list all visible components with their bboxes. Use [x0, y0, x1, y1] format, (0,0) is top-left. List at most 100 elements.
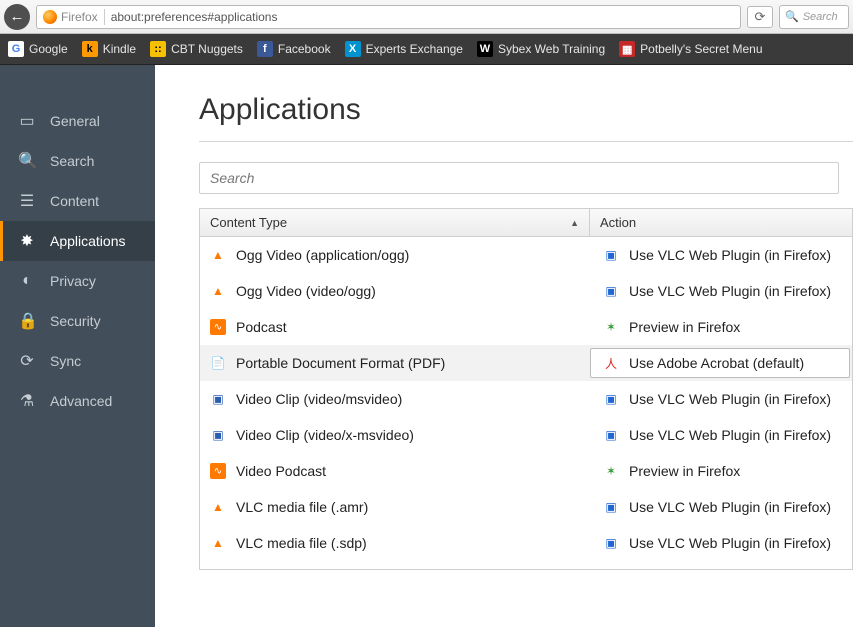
sidebar-item-advanced[interactable]: ⚗Advanced	[0, 381, 155, 421]
sidebar-item-content[interactable]: ☰Content	[0, 181, 155, 221]
bookmark-item[interactable]: W Sybex Web Training	[477, 41, 605, 57]
bookmark-item[interactable]: GGoogle	[8, 41, 68, 57]
sidebar-item-applications[interactable]: ✸Applications	[0, 221, 155, 261]
table-row[interactable]: ▲Ogg Video (video/ogg)▣Use VLC Web Plugi…	[200, 273, 852, 309]
vlc-icon: ▲	[210, 535, 226, 551]
content-type-label: Podcast	[236, 319, 287, 335]
privacy-icon: ◐	[18, 272, 36, 290]
cell-action[interactable]: ▣Use VLC Web Plugin (in Firefox)	[590, 247, 852, 263]
sidebar-item-security[interactable]: 🔒Security	[0, 301, 155, 341]
sidebar-item-label: Content	[50, 193, 99, 209]
cell-content-type: ▲VLC media file (.sdp)	[200, 535, 590, 551]
action-label: Use Adobe Acrobat (default)	[629, 355, 804, 371]
table-row[interactable]: ∿Video Podcast✶Preview in Firefox	[200, 453, 852, 489]
cell-content-type: ∿ Podcast	[200, 319, 590, 335]
bookmark-favicon: ::	[150, 41, 166, 57]
preferences-content: Applications Search Content Type ▲ Actio…	[155, 65, 853, 627]
content-type-label: Video Clip (video/msvideo)	[236, 391, 402, 407]
bookmark-favicon: k	[82, 41, 98, 57]
cell-action[interactable]: ▣Use VLC Web Plugin (in Firefox)	[590, 283, 852, 299]
content-type-label: Ogg Video (video/ogg)	[236, 283, 376, 299]
table-row[interactable]: ▣ Video Clip (video/msvideo) ▣Use VLC Web …	[200, 381, 852, 417]
cell-action[interactable]: ✶Preview in Firefox	[590, 319, 852, 335]
content-type-label: VLC media file (.amr)	[236, 499, 368, 515]
adobe-icon: 人	[603, 355, 619, 371]
table-row[interactable]: ♪Wave Sound (audio/wav)▣Use VLC Web Plug…	[200, 561, 852, 569]
table-row[interactable]: ▣Video Clip (video/x-msvideo)▣Use VLC We…	[200, 417, 852, 453]
column-header-content-type[interactable]: Content Type ▲	[200, 209, 590, 236]
sidebar-item-sync[interactable]: ⟳ Sync	[0, 341, 155, 381]
rss-icon: ∿	[210, 319, 226, 335]
browser-navbar: ← Firefox about:preferences#applications…	[0, 0, 853, 34]
bookmark-label: Experts Exchange	[366, 42, 463, 56]
reload-button[interactable]: ⟳	[747, 6, 773, 28]
blue-icon: ▣	[603, 283, 619, 299]
bookmark-item[interactable]: X Experts Exchange	[345, 41, 463, 57]
bookmark-label: Potbelly's Secret Menu	[640, 42, 762, 56]
blue-icon: ▣	[603, 499, 619, 515]
advanced-icon: ⚗	[18, 391, 36, 411]
vid-icon: ▣	[210, 427, 226, 443]
back-button[interactable]: ←	[4, 4, 30, 30]
cell-content-type: ▣Video Clip (video/x-msvideo)	[200, 427, 590, 443]
column-label: Content Type	[210, 215, 287, 230]
reload-icon: ⟳	[755, 9, 766, 25]
table-row[interactable]: ▲ VLC media file (.amr) ▣Use VLC Web Plugi…	[200, 489, 852, 525]
cell-content-type: ▣ Video Clip (video/msvideo)	[200, 391, 590, 407]
table-row[interactable]: 📄 Portable Document Format (PDF) 人 Use Adob…	[200, 345, 852, 381]
sync-icon: ⟳	[18, 351, 36, 371]
prev-icon: ✶	[603, 319, 619, 335]
applications-search-input[interactable]: Search	[199, 162, 839, 194]
table-row[interactable]: ▲VLC media file (.sdp)▣Use VLC Web Plugi…	[200, 525, 852, 561]
sidebar-item-general[interactable]: ▭General	[0, 101, 155, 141]
sidebar-item-search[interactable]: 🔍Search	[0, 141, 155, 181]
bookmark-favicon: G	[8, 41, 24, 57]
action-label: Use VLC Web Plugin (in Firefox)	[629, 247, 831, 263]
vlc-icon: ▲	[210, 247, 226, 263]
sort-ascending-icon: ▲	[570, 218, 579, 228]
column-header-action[interactable]: Action	[590, 209, 852, 236]
arrow-left-icon: ←	[10, 8, 25, 25]
bookmark-favicon: X	[345, 41, 361, 57]
cell-action[interactable]: 人 Use Adobe Acrobat (default)	[590, 348, 850, 378]
cell-action[interactable]: ▣Use VLC Web Plugin (in Firefox)	[590, 535, 852, 551]
applications-table: Content Type ▲ Action ▲Ogg Video (applic…	[199, 208, 853, 570]
bookmark-favicon: W	[477, 41, 493, 57]
url-bar[interactable]: Firefox about:preferences#applications	[36, 5, 741, 29]
sidebar-item-privacy[interactable]: ◐ Privacy	[0, 261, 155, 301]
blue-icon: ▣	[603, 535, 619, 551]
cell-action[interactable]: ▣Use VLC Web Plugin (in Firefox)	[590, 427, 852, 443]
url-text: about:preferences#applications	[111, 10, 278, 24]
identity-box: Firefox	[43, 10, 98, 24]
cell-action[interactable]: ▣Use VLC Web Plugin (in Firefox)	[590, 391, 852, 407]
table-row[interactable]: ▲Ogg Video (application/ogg)▣Use VLC Web…	[200, 237, 852, 273]
table-row[interactable]: ∿ Podcast ✶Preview in Firefox	[200, 309, 852, 345]
bookmark-favicon: f	[257, 41, 273, 57]
table-body[interactable]: ▲Ogg Video (application/ogg)▣Use VLC Web…	[200, 237, 852, 569]
bookmark-label: Sybex Web Training	[498, 42, 605, 56]
sidebar-item-label: Applications	[50, 233, 126, 249]
bookmark-item[interactable]: ▦ Potbelly's Secret Menu	[619, 41, 762, 57]
sidebar-item-label: Privacy	[50, 273, 96, 289]
sidebar-item-label: Search	[50, 153, 94, 169]
sidebar-item-label: General	[50, 113, 100, 129]
cell-content-type: ▲Ogg Video (application/ogg)	[200, 247, 590, 263]
cell-action[interactable]: ▣Use VLC Web Plugin (in Firefox)	[590, 499, 852, 515]
bookmark-item[interactable]: ::CBT Nuggets	[150, 41, 243, 57]
bookmark-favicon: ▦	[619, 41, 635, 57]
blue-icon: ▣	[603, 391, 619, 407]
content-type-label: Portable Document Format (PDF)	[236, 355, 445, 371]
title-divider	[199, 141, 853, 142]
sidebar-item-label: Sync	[50, 353, 81, 369]
bookmark-label: CBT Nuggets	[171, 42, 243, 56]
bookmark-item[interactable]: fFacebook	[257, 41, 331, 57]
separator	[104, 9, 105, 25]
pdf-icon: 📄	[210, 355, 226, 371]
browser-search-box[interactable]: 🔍 Search	[779, 5, 849, 29]
cell-action[interactable]: ✶Preview in Firefox	[590, 463, 852, 479]
vlc-icon: ▲	[210, 499, 226, 515]
bookmark-item[interactable]: kKindle	[82, 41, 136, 57]
bookmarks-toolbar: GGoogle kKindle::CBT Nuggets fFacebook X Exp…	[0, 34, 853, 65]
vid-icon: ▣	[210, 391, 226, 407]
rss-icon: ∿	[210, 463, 226, 479]
